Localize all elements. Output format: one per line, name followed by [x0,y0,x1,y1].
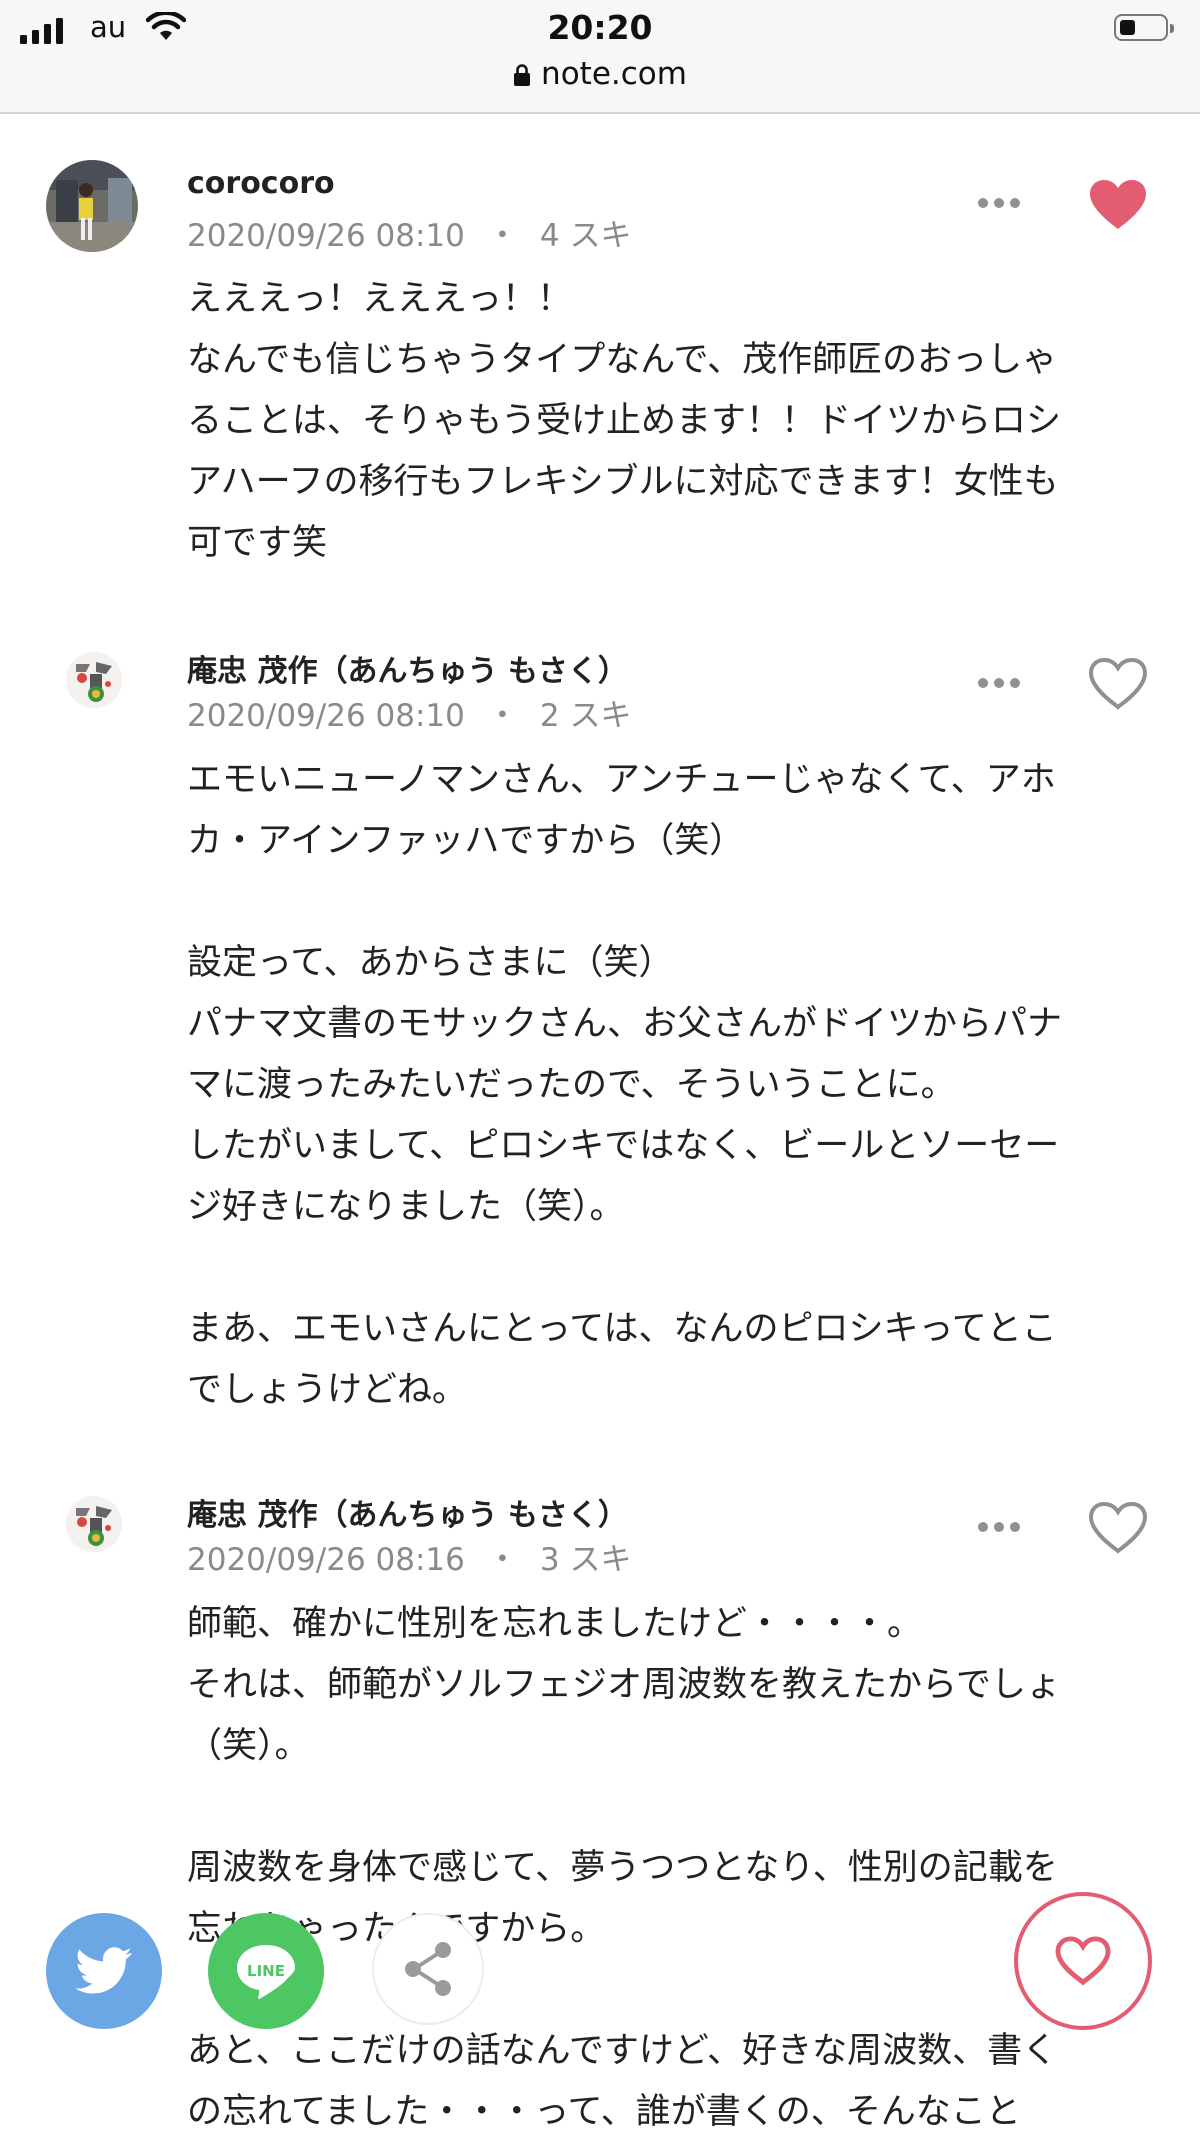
more-options-icon[interactable] [978,1522,1020,1532]
twitter-icon [75,1947,132,1994]
illustration-avatar-icon [66,1496,122,1552]
comment-text: 師範、確かに性別を忘れましたけど・・・・。 それは、師範がソルフェジオ周波数を教… [187,1604,1061,2132]
line-share-button[interactable]: LINE [208,1913,324,2029]
comment-date: 2020/09/26 08:16 [187,1542,465,1578]
meta-separator: ・ [486,1542,518,1578]
heart-icon [1055,1936,1111,1986]
like-article-button[interactable] [1014,1892,1152,2030]
comment: 庵忠 茂作（あんちゅう もさく） 2020/09/26 08:16 ・ 3 スキ 師… [0,0,1200,2133]
share-icon [405,1942,451,1996]
comment-author[interactable]: 庵忠 茂作（あんちゅう もさく） [187,1490,628,1534]
avatar[interactable] [66,1496,122,1552]
like-count: 3 スキ [539,1542,632,1578]
line-label: LINE [247,1962,285,1980]
twitter-share-button[interactable] [46,1913,162,2029]
heart-outline-icon[interactable] [1088,1501,1148,1555]
share-button[interactable] [372,1913,484,2025]
comment-meta: 2020/09/26 08:16 ・ 3 スキ [187,1534,631,1579]
